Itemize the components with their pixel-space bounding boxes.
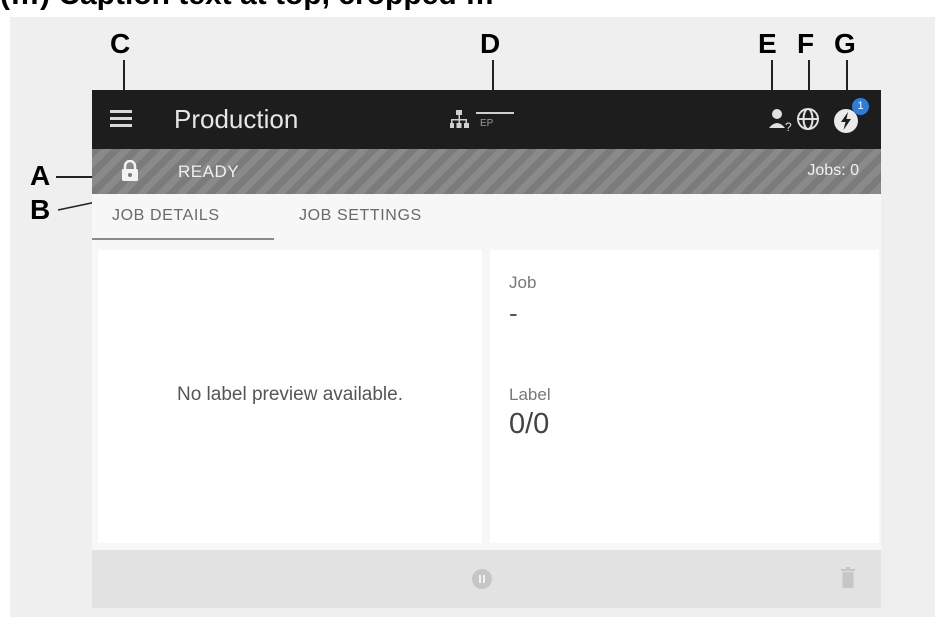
callout-e: E (758, 28, 777, 59)
callout-a: A (30, 160, 51, 191)
user-help-button[interactable]: ? (768, 107, 794, 138)
trash-icon (841, 567, 855, 588)
tab-bar: JOB DETAILS JOB SETTINGS (92, 194, 881, 240)
job-details-panel: Job - Label 0/0 (490, 250, 879, 543)
label-preview-panel: No label preview available. (98, 250, 482, 543)
status-bar: READY Jobs: 0 (92, 149, 881, 194)
no-preview-message: No label preview available. (176, 384, 403, 405)
tab-job-details[interactable]: JOB DETAILS (112, 207, 220, 225)
label-field-label: Label (509, 385, 551, 404)
menu-button[interactable] (110, 110, 132, 128)
jobs-count: Jobs: 0 (807, 162, 859, 179)
pause-icon-bar (483, 575, 485, 583)
cropped-caption: (…) Caption text at top, cropped … (0, 0, 949, 12)
notification-badge: 1 (852, 98, 869, 115)
menu-icon (110, 110, 132, 113)
job-field-value: - (509, 298, 518, 328)
callout-d: D (480, 28, 501, 59)
callout-c: C (110, 28, 131, 59)
active-tab-indicator (92, 238, 274, 240)
tab-job-settings[interactable]: JOB SETTINGS (299, 207, 422, 225)
pause-button[interactable] (472, 569, 492, 589)
cropped-caption-text: (…) Caption text at top, cropped … (0, 0, 495, 12)
page-title: Production (174, 104, 299, 134)
network-badge: EP (480, 118, 494, 129)
menu-icon-bar (110, 124, 132, 127)
user-help-icon: ? (769, 109, 792, 134)
callout-g: G (834, 28, 856, 59)
notification-count: 1 (857, 100, 864, 112)
network-status[interactable]: EP (449, 106, 520, 134)
printer-status: READY (178, 162, 240, 181)
notifications-button[interactable]: 1 (832, 98, 872, 143)
callout-f: F (797, 28, 815, 59)
pause-icon (479, 575, 481, 583)
lock-button[interactable] (120, 159, 140, 187)
language-button[interactable] (795, 106, 821, 137)
job-field-label: Job (509, 273, 537, 292)
printer-app: Production EP ? 1 READY Jobs: 0 JOB DETA… (92, 90, 881, 608)
bottom-toolbar (92, 550, 881, 608)
menu-icon-bar (110, 117, 132, 120)
globe-icon (797, 108, 819, 130)
svg-text:?: ? (785, 120, 792, 133)
lock-icon (122, 159, 138, 181)
delete-button[interactable] (840, 567, 856, 594)
label-field-value: 0/0 (509, 408, 550, 440)
callout-b: B (30, 194, 51, 225)
top-bar: Production EP ? 1 (92, 90, 881, 149)
